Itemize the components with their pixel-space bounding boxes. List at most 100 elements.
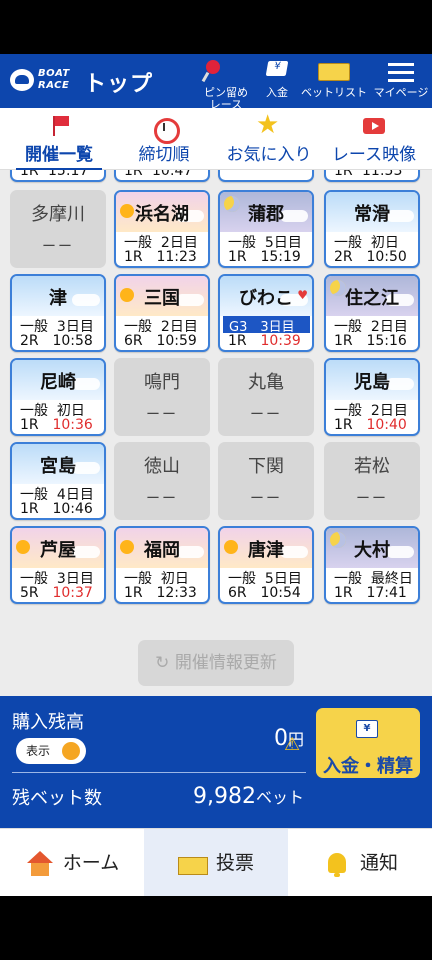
purchase-balance-label: 購入残高 bbox=[12, 712, 84, 733]
race-time: 1R 10:39 bbox=[228, 333, 301, 349]
venue-card[interactable]: 大村 一般 最終日 1R 17:41 bbox=[324, 526, 420, 604]
balance-display-toggle[interactable]: 表示 bbox=[16, 738, 86, 764]
venue-card-partial[interactable]: 1R 11:53 bbox=[324, 170, 420, 182]
venue-name: 唐津 bbox=[248, 540, 284, 561]
balance-panel: 購入残高 表示 0円 ⚠ 残ベット数 9,982ベット ¥ 入金・精算 bbox=[0, 696, 432, 828]
venue-name: 住之江 bbox=[345, 288, 399, 309]
race-time: 1R 11:23 bbox=[124, 249, 197, 265]
venue-name: 下関 bbox=[248, 456, 284, 477]
race-time: 1R 10:46 bbox=[20, 501, 93, 517]
video-icon bbox=[361, 114, 387, 140]
venue-card[interactable]: 浜名湖 一般 2日目 1R 11:23 bbox=[114, 190, 210, 268]
no-race-dash: ーー bbox=[42, 239, 74, 255]
venue-card[interactable]: 尼崎 一般 初日 1R 10:36 bbox=[10, 358, 106, 436]
race-time: 1R 12:33 bbox=[124, 585, 197, 601]
venue-name: 福岡 bbox=[144, 540, 180, 561]
venue-name: 浜名湖 bbox=[135, 204, 189, 225]
venue-card[interactable]: 蒲郡 一般 5日目 1R 15:19 bbox=[218, 190, 314, 268]
boatrace-logo[interactable]: BOAT RACE bbox=[10, 66, 74, 94]
venue-name: 徳山 bbox=[144, 456, 180, 477]
race-time: 1R 15:19 bbox=[228, 249, 301, 265]
bottom-nav: ホーム 投票 通知 bbox=[0, 828, 432, 896]
venue-name: 芦屋 bbox=[40, 540, 76, 561]
venue-card: 丸亀 ーー bbox=[218, 358, 314, 436]
race-time: 1R 10:36 bbox=[20, 417, 93, 433]
toggle-knob bbox=[62, 742, 80, 760]
venue-card[interactable]: 宮島 一般 4日目 1R 10:46 bbox=[10, 442, 106, 520]
race-time: 5R 10:37 bbox=[20, 585, 93, 601]
venue-grid: 1R 15:17 1R 10:47 1R 11:53 多摩川ーー 浜名湖 一般 2日目 1R… bbox=[0, 170, 432, 692]
deposit-icon bbox=[263, 58, 291, 84]
venue-card: 若松 ーー bbox=[324, 442, 420, 520]
nav-notifications[interactable]: 通知 bbox=[288, 829, 432, 896]
venue-card-partial[interactable]: 1R 15:17 bbox=[10, 170, 106, 182]
flag-icon bbox=[48, 114, 70, 140]
race-time: 1R 15:16 bbox=[334, 333, 407, 349]
mypage-button[interactable]: マイページ bbox=[372, 58, 430, 99]
race-time: 2R 10:50 bbox=[334, 249, 407, 265]
tab-deadline-order[interactable]: 締切順 bbox=[128, 114, 200, 165]
warning-icon: ⚠ bbox=[284, 734, 301, 755]
no-race-dash: ーー bbox=[356, 491, 388, 507]
venue-card[interactable]: 芦屋 一般 3日目 5R 10:37 bbox=[10, 526, 106, 604]
mypage-label: マイページ bbox=[373, 86, 429, 99]
venue-name: 多摩川 bbox=[31, 204, 85, 225]
page-title: トップ bbox=[84, 72, 154, 97]
race-time: 6R 10:54 bbox=[228, 585, 301, 601]
venue-card-partial[interactable] bbox=[218, 170, 314, 182]
pinned-races-button[interactable]: ピン留め レース bbox=[198, 58, 254, 111]
venue-card: 鳴門 ーー bbox=[114, 358, 210, 436]
deposit-label: 入金 bbox=[266, 86, 288, 99]
tab-bar: 開催一覧 締切順 お気に入り レース映像 bbox=[0, 108, 432, 171]
venue-card-partial[interactable]: 1R 10:47 bbox=[114, 170, 210, 182]
pin-icon bbox=[198, 58, 254, 84]
venue-card[interactable]: 福岡 一般 初日 1R 12:33 bbox=[114, 526, 210, 604]
balance-divider bbox=[12, 772, 306, 773]
race-time: 1R 10:40 bbox=[334, 417, 407, 433]
deposit-settle-button[interactable]: ¥ 入金・精算 bbox=[316, 708, 420, 778]
race-time: 1R 17:41 bbox=[334, 585, 407, 601]
tab-favorites[interactable]: お気に入り bbox=[222, 110, 316, 165]
hamburger-menu-icon bbox=[388, 58, 414, 84]
venue-card[interactable]: 住之江 一般 2日目 1R 15:16 bbox=[324, 274, 420, 352]
venue-card[interactable]: 常滑 一般 初日 2R 10:50 bbox=[324, 190, 420, 268]
venue-name: 若松 bbox=[354, 456, 390, 477]
betlist-button[interactable]: ベットリスト bbox=[300, 58, 368, 99]
no-race-dash: ーー bbox=[146, 491, 178, 507]
race-time: 6R 10:59 bbox=[124, 333, 197, 349]
venue-card[interactable]: 唐津 一般 5日目 6R 10:54 bbox=[218, 526, 314, 604]
grade-badge: G3 3日目 bbox=[223, 316, 310, 335]
deposit-button[interactable]: 入金 bbox=[258, 58, 296, 99]
refresh-venue-info-button[interactable]: ↻ 開催情報更新 bbox=[138, 640, 294, 686]
ticket-icon bbox=[318, 58, 350, 84]
venue-card: 下関 ーー bbox=[218, 442, 314, 520]
boat-logo-icon bbox=[10, 69, 34, 91]
nav-vote[interactable]: 投票 bbox=[144, 829, 288, 896]
venue-name: 丸亀 bbox=[248, 372, 284, 393]
venue-name: 常滑 bbox=[354, 204, 390, 225]
no-race-dash: ーー bbox=[250, 407, 282, 423]
tab-race-video[interactable]: レース映像 bbox=[326, 114, 422, 165]
app-header: BOAT RACE トップ ピン留め レース 入金 ベットリスト マイページ bbox=[0, 54, 432, 111]
venue-name: 大村 bbox=[354, 540, 390, 561]
nav-home[interactable]: ホーム bbox=[0, 829, 144, 896]
venue-name: 三国 bbox=[144, 288, 180, 309]
venue-card[interactable]: 三国 一般 2日目 6R 10:59 bbox=[114, 274, 210, 352]
venue-card: 徳山 ーー bbox=[114, 442, 210, 520]
venue-name: 児島 bbox=[354, 372, 390, 393]
no-race-dash: ーー bbox=[250, 491, 282, 507]
venue-card[interactable]: 児島 一般 2日目 1R 10:40 bbox=[324, 358, 420, 436]
venue-name: びわこ bbox=[239, 288, 293, 309]
venue-name: 尼崎 bbox=[40, 372, 76, 393]
home-icon bbox=[25, 850, 55, 877]
venue-name: 宮島 bbox=[40, 456, 76, 477]
ticket-icon bbox=[177, 851, 208, 877]
betlist-label: ベットリスト bbox=[301, 86, 367, 99]
venue-card[interactable]: 津一般 3日目 2R 10:58 bbox=[10, 274, 106, 352]
remaining-bets-label: 残ベット数 bbox=[12, 788, 102, 809]
venue-name: 津 bbox=[49, 288, 67, 309]
yen-icon: ¥ bbox=[356, 720, 378, 738]
tab-venue-list[interactable]: 開催一覧 bbox=[16, 114, 102, 171]
app-screen: BOAT RACE トップ ピン留め レース 入金 ベットリスト マイページ 開… bbox=[0, 54, 432, 896]
venue-card[interactable]: ♥ びわこ G3 3日目 1R 10:39 bbox=[218, 274, 314, 352]
